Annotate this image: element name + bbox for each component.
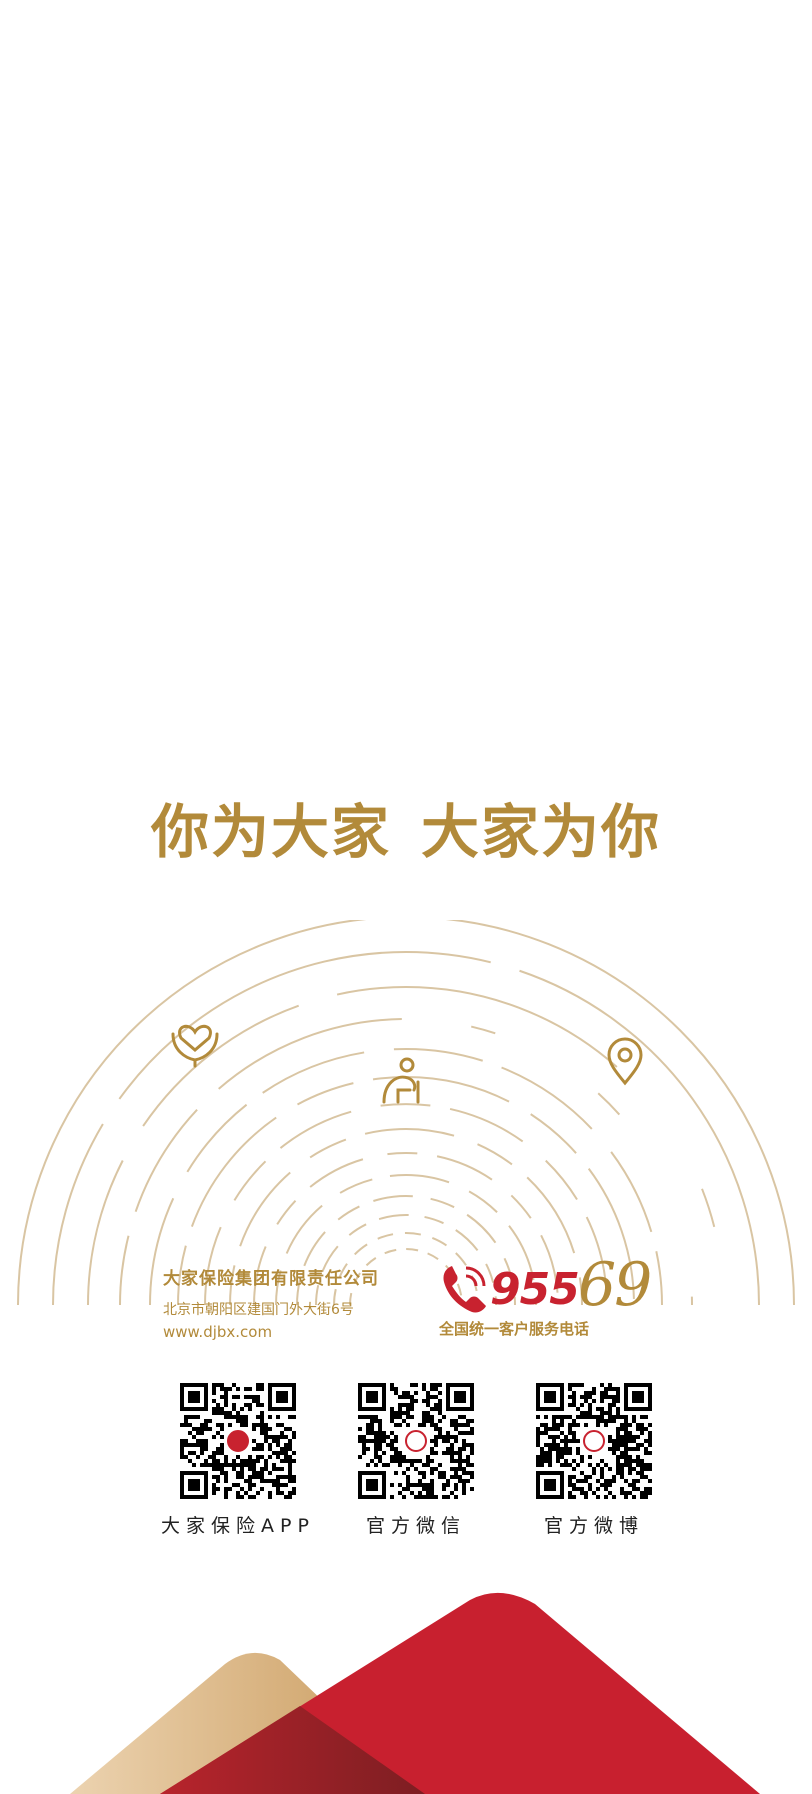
location-pin-icon xyxy=(607,1037,643,1086)
slogan-right: 大家为你 xyxy=(421,798,662,866)
heart-hands-icon xyxy=(171,1024,219,1068)
qr-label-wechat: 官方微信 xyxy=(365,1515,466,1537)
mountain-decoration xyxy=(70,1592,760,1794)
arc-illustration xyxy=(17,920,795,1306)
slogan: 你为大家 大家为你 xyxy=(0,785,812,869)
qr-label-weibo: 官方微博 xyxy=(543,1515,644,1537)
qr-code-wechat xyxy=(358,1383,474,1499)
company-info: 大家保险集团有限责任公司 北京市朝阳区建国门外大街6号 www.djbx.com xyxy=(163,1264,379,1341)
hotline-number-part2: 69 xyxy=(578,1250,652,1320)
phone-icon xyxy=(443,1266,486,1313)
hotline-caption: 全国统一客户服务电话 xyxy=(439,1320,590,1338)
company-website[interactable]: www.djbx.com xyxy=(163,1323,379,1341)
hotline[interactable]: 955 69 全国统一客户服务电话 xyxy=(439,1250,662,1342)
company-name: 大家保险集团有限责任公司 xyxy=(163,1269,379,1289)
qr-app: 大家保险APP xyxy=(148,1383,328,1538)
slogan-left: 你为大家 xyxy=(150,798,391,866)
qr-wechat: 官方微信 xyxy=(326,1383,506,1538)
company-address: 北京市朝阳区建国门外大街6号 xyxy=(163,1302,354,1318)
qr-weibo: 官方微博 xyxy=(504,1383,684,1538)
qr-code-app xyxy=(180,1383,296,1499)
qr-code-weibo xyxy=(536,1383,652,1499)
qr-label-app: 大家保险APP xyxy=(161,1515,315,1537)
elderly-person-icon xyxy=(382,1057,420,1104)
hotline-number-part1: 955 xyxy=(490,1264,580,1315)
